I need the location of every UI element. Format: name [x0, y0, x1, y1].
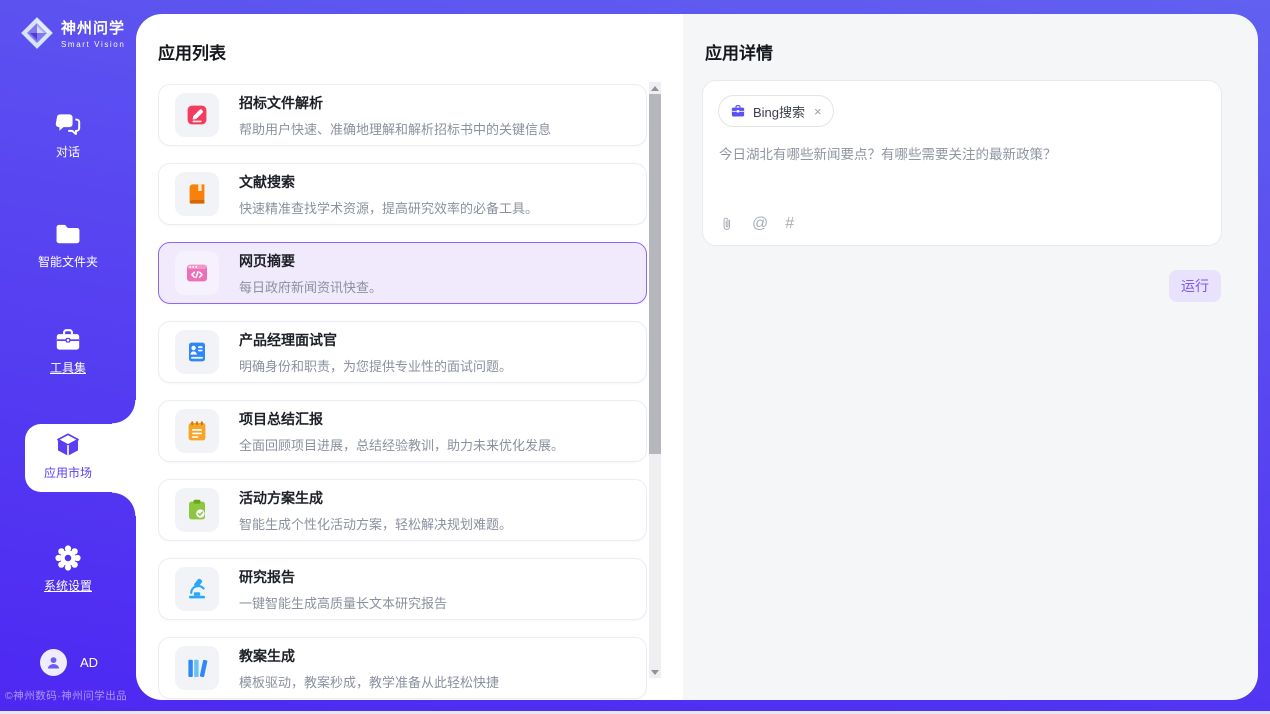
avatar: [40, 649, 67, 676]
app-detail-title: 应用详情: [705, 39, 773, 64]
app-card[interactable]: 文献搜索 快速精准查找学术资源，提高研究效率的必备工具。: [158, 163, 647, 225]
gear-icon: [54, 544, 82, 572]
book-icon: [175, 172, 219, 216]
scroll-up-icon[interactable]: [649, 82, 661, 94]
scroll-down-icon[interactable]: [649, 666, 661, 678]
microscope-icon: [175, 567, 219, 611]
app-card-title: 文献搜索: [239, 172, 538, 192]
app-card-title: 网页摘要: [239, 251, 382, 271]
user-account[interactable]: AD: [40, 649, 98, 676]
sidebar: 神州问学 Smart Vision 对话 智能文件夹 工具集 应用市场 系统设置: [0, 0, 136, 711]
resume-icon: [175, 330, 219, 374]
app-card-title: 项目总结汇报: [239, 409, 564, 429]
cube-icon: [54, 431, 82, 459]
app-card-description: 快速精准查找学术资源，提高研究效率的必备工具。: [239, 198, 538, 217]
diamond-logo-icon: [18, 14, 56, 52]
sidebar-item-smart-folder[interactable]: 智能文件夹: [0, 220, 136, 270]
app-list-scrollbar[interactable]: [649, 82, 661, 678]
app-card-description: 一键智能生成高质量长文本研究报告: [239, 593, 447, 612]
app-card-description: 明确身份和职责，为您提供专业性的面试问题。: [239, 356, 512, 375]
toolbox-icon: [54, 326, 82, 354]
run-button[interactable]: 运行: [1169, 270, 1221, 302]
sidebar-item-toolset[interactable]: 工具集: [0, 326, 136, 376]
sidebar-item-label: 应用市场: [0, 464, 136, 481]
app-window: 神州问学 Smart Vision 对话 智能文件夹 工具集 应用市场 系统设置: [0, 0, 1270, 711]
prompt-card: Bing搜索 × 今日湖北有哪些新闻要点？有哪些需要关注的最新政策？ @ #: [702, 80, 1222, 246]
prompt-text: 今日湖北有哪些新闻要点？有哪些需要关注的最新政策？: [719, 145, 1205, 165]
tool-tag-label: Bing搜索: [753, 102, 805, 121]
app-list-title: 应用列表: [158, 39, 226, 64]
app-card[interactable]: 招标文件解析 帮助用户快速、准确地理解和解析招标书中的关键信息: [158, 84, 647, 146]
sidebar-item-settings[interactable]: 系统设置: [0, 544, 136, 594]
app-card-title: 研究报告: [239, 567, 447, 587]
sidebar-item-label: 对话: [0, 143, 136, 160]
app-card-title: 活动方案生成: [239, 488, 512, 508]
chat-icon: [54, 110, 82, 138]
content-panel: 应用列表 招标文件解析 帮助用户快速、准确地理解和解析招标书中的关键信息 文献搜…: [136, 14, 1258, 700]
sidebar-item-app-market[interactable]: 应用市场: [0, 431, 136, 481]
books-icon: [175, 646, 219, 690]
notepad-icon: [175, 409, 219, 453]
app-card-description: 模板驱动，教案秒成，教学准备从此轻松快捷: [239, 672, 499, 691]
copyright-text: ©神州数码·神州问学出品: [5, 688, 135, 703]
doc-edit-icon: [175, 93, 219, 137]
app-card[interactable]: 网页摘要 每日政府新闻资讯快查。: [158, 242, 647, 304]
app-card[interactable]: 项目总结汇报 全面回顾项目进展，总结经验教训，助力未来优化发展。: [158, 400, 647, 462]
folder-icon: [54, 220, 82, 248]
app-card-title: 产品经理面试官: [239, 330, 512, 350]
app-card[interactable]: 活动方案生成 智能生成个性化活动方案，轻松解决规划难题。: [158, 479, 647, 541]
bubble-curve-bottom: [112, 492, 136, 516]
clipboard-check-icon: [175, 488, 219, 532]
tag-close-icon[interactable]: ×: [814, 104, 822, 119]
user-name: AD: [80, 655, 98, 670]
sidebar-item-label: 工具集: [0, 359, 136, 376]
user-avatar-icon: [45, 654, 62, 671]
app-card-description: 每日政府新闻资讯快查。: [239, 277, 382, 296]
app-card[interactable]: 产品经理面试官 明确身份和职责，为您提供专业性的面试问题。: [158, 321, 647, 383]
topic-icon[interactable]: #: [785, 215, 794, 233]
briefcase-icon: [730, 103, 746, 119]
sidebar-item-label: 系统设置: [0, 577, 136, 594]
app-card-title: 教案生成: [239, 646, 499, 666]
brand-logo: 神州问学 Smart Vision: [18, 14, 125, 52]
brand-subtitle: Smart Vision: [61, 40, 125, 49]
app-card-description: 帮助用户快速、准确地理解和解析招标书中的关键信息: [239, 119, 551, 138]
app-list-section: 应用列表 招标文件解析 帮助用户快速、准确地理解和解析招标书中的关键信息 文献搜…: [136, 14, 683, 700]
app-card-description: 全面回顾项目进展，总结经验教训，助力未来优化发展。: [239, 435, 564, 454]
sidebar-item-label: 智能文件夹: [0, 253, 136, 270]
app-detail-section: 应用详情 Bing搜索 × 今日湖北有哪些新闻要点？有哪些需要关注的最新政策？ …: [683, 14, 1258, 700]
app-card[interactable]: 研究报告 一键智能生成高质量长文本研究报告: [158, 558, 647, 620]
attachment-icon[interactable]: [719, 215, 735, 233]
app-card-title: 招标文件解析: [239, 93, 551, 113]
mention-icon[interactable]: @: [752, 215, 768, 233]
brand-title: 神州问学: [61, 17, 125, 38]
app-card[interactable]: 教案生成 模板驱动，教案秒成，教学准备从此轻松快捷: [158, 637, 647, 699]
sidebar-item-chat[interactable]: 对话: [0, 110, 136, 160]
tool-tag-bing-search[interactable]: Bing搜索 ×: [718, 95, 834, 127]
bubble-curve-top: [112, 400, 136, 424]
scrollbar-thumb[interactable]: [649, 94, 661, 454]
app-card-description: 智能生成个性化活动方案，轻松解决规划难题。: [239, 514, 512, 533]
browser-icon: [175, 251, 219, 295]
app-list: 招标文件解析 帮助用户快速、准确地理解和解析招标书中的关键信息 文献搜索 快速精…: [158, 84, 647, 700]
